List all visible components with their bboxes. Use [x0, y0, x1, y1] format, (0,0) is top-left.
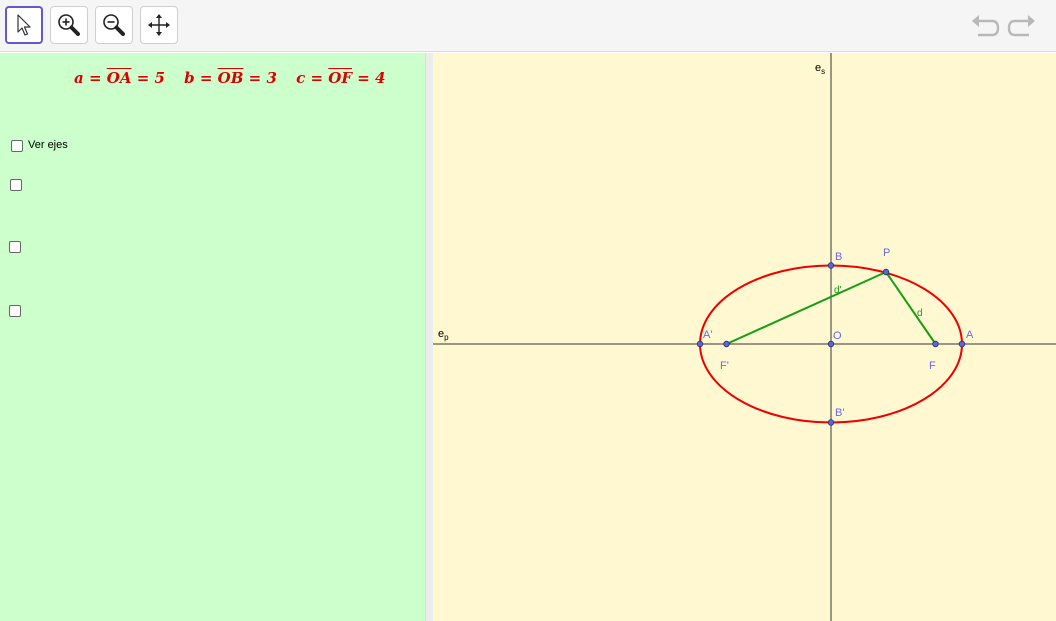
point-o[interactable]	[827, 340, 835, 348]
formula-c-segment: OF	[328, 69, 352, 87]
point-a-label: A	[966, 329, 974, 341]
redo-button[interactable]	[1006, 10, 1038, 42]
formula-a-value: 5	[154, 69, 165, 87]
move-tool-button[interactable]	[5, 6, 43, 44]
graphics-canvas[interactable]: ep es d' d B B' O A' A F' F P	[433, 53, 1056, 621]
toolbar	[0, 0, 1056, 52]
point-b[interactable]	[827, 262, 835, 269]
point-a-prime[interactable]	[696, 340, 704, 348]
horizontal-axis-label: ep	[438, 328, 449, 342]
checkbox-2[interactable]	[10, 179, 22, 191]
ellipse-parameters-formula: a = OA = 5 b = OB = 3 c = OF = 4	[74, 69, 399, 87]
panel-splitter[interactable]	[425, 53, 433, 621]
point-b-label: B	[835, 251, 842, 263]
formula-a: a = OA = 5	[74, 69, 165, 87]
formula-c: c = OF = 4	[296, 69, 386, 87]
point-a[interactable]	[958, 340, 966, 348]
point-b-prime-label: B'	[835, 407, 844, 419]
point-o-label: O	[833, 330, 842, 342]
undo-icon	[972, 15, 1000, 37]
formula-a-var: a	[74, 69, 84, 87]
point-p[interactable]	[882, 268, 890, 276]
point-f[interactable]	[932, 340, 939, 348]
point-p-label: P	[883, 247, 890, 259]
graphics-view[interactable]: ep es d' d B B' O A' A F' F P	[433, 53, 1056, 621]
move-graphics-view-button[interactable]	[140, 6, 178, 44]
segment-d-label: d	[917, 308, 923, 319]
zoom-out-icon	[103, 14, 125, 36]
vertical-axis-label: es	[815, 62, 825, 76]
zoom-in-button[interactable]	[50, 6, 88, 44]
formula-b: b = OB = 3	[184, 69, 277, 87]
zoom-out-button[interactable]	[95, 6, 133, 44]
checkbox-4[interactable]	[9, 305, 21, 317]
formula-c-value: 4	[375, 69, 386, 87]
undo-button[interactable]	[969, 10, 1001, 42]
formula-b-var: b	[184, 69, 195, 87]
ver-ejes-label: Ver ejes	[28, 139, 68, 151]
formula-b-segment: OB	[217, 69, 244, 87]
redo-icon	[1007, 15, 1035, 37]
point-f-prime-label: F'	[720, 360, 729, 372]
checkbox-3[interactable]	[9, 241, 21, 253]
formula-b-value: 3	[266, 69, 277, 87]
algebra-panel: a = OA = 5 b = OB = 3 c = OF = 4 Ver eje…	[0, 53, 425, 621]
formula-a-segment: OA	[106, 69, 132, 87]
segment-d-prime-label: d'	[834, 285, 842, 296]
point-b-prime[interactable]	[827, 419, 835, 426]
point-f-label: F	[929, 360, 936, 372]
formula-c-var: c	[296, 69, 306, 87]
move-arrows-icon	[148, 14, 170, 36]
point-a-prime-label: A'	[703, 329, 712, 341]
pointer-arrow-icon	[17, 14, 31, 36]
zoom-in-icon	[58, 14, 80, 36]
point-f-prime[interactable]	[723, 340, 730, 348]
ver-ejes-checkbox[interactable]	[11, 140, 23, 152]
